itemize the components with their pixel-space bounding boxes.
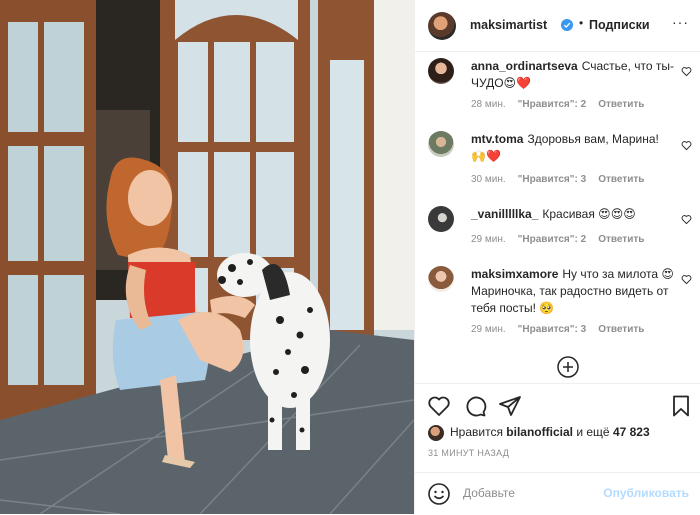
- likes-prefix: Нравится: [450, 425, 503, 440]
- comment-meta: 29 мин. "Нравится": 2 Ответить: [471, 234, 656, 245]
- comment-bubble-icon[interactable]: [463, 394, 487, 418]
- comment-username[interactable]: _vanilllllka_: [471, 207, 538, 221]
- likes-middle: и ещё: [576, 425, 610, 440]
- liker-username[interactable]: bilanofficial: [506, 425, 573, 439]
- comment-meta: 30 мин. "Нравится": 3 Ответить: [471, 174, 656, 185]
- comment-time: 29 мин.: [471, 234, 506, 245]
- like-comment-heart-icon[interactable]: [681, 66, 692, 77]
- likes-summary: Нравится bilanofficial и ещё 47 823: [428, 425, 650, 441]
- post-timestamp[interactable]: 31 МИНУТ НАЗАД: [428, 448, 509, 458]
- save-bookmark-icon[interactable]: [669, 394, 693, 418]
- comment-likes[interactable]: "Нравится": 3: [518, 324, 587, 335]
- comment-likes[interactable]: "Нравится": 2: [518, 99, 587, 110]
- comment-body: anna_ordinartseva Счастье, что ты- ЧУДО😍❤…: [471, 58, 676, 92]
- comment-body: _vanilllllka_ Красивая 😍😍😍: [471, 206, 676, 223]
- comment-avatar[interactable]: [428, 131, 454, 157]
- comment-avatar[interactable]: [428, 266, 454, 292]
- author-username[interactable]: maksimartist: [470, 18, 547, 32]
- liker-avatar[interactable]: [428, 425, 444, 441]
- post-photo-illustration: [0, 0, 414, 514]
- verified-badge-icon: [561, 19, 573, 31]
- more-options-icon[interactable]: ···: [672, 14, 689, 30]
- comment-time: 28 мин.: [471, 99, 506, 110]
- comment-username[interactable]: mtv.toma: [471, 132, 523, 146]
- add-comment-row: Добавьте Опубликовать: [415, 472, 700, 515]
- post-header: maksimartist • Подписки ···: [415, 0, 700, 52]
- share-direct-icon[interactable]: [498, 394, 522, 418]
- comment-time: 30 мин.: [471, 174, 506, 185]
- reply-button[interactable]: Ответить: [598, 324, 644, 335]
- comment-likes[interactable]: "Нравится": 3: [518, 174, 587, 185]
- comment-username[interactable]: maksimxamore: [471, 267, 558, 281]
- like-comment-heart-icon[interactable]: [681, 274, 692, 285]
- comment-body: mtv.toma Здоровья вам, Марина! 🙌❤️: [471, 131, 676, 165]
- instagram-post: maksimartist • Подписки ··· anna_ordinar…: [0, 0, 700, 514]
- add-comment-input[interactable]: Добавьте: [463, 486, 515, 500]
- comment-avatar[interactable]: [428, 206, 454, 232]
- comments-panel: maksimartist • Подписки ··· anna_ordinar…: [414, 0, 700, 514]
- comment-avatar[interactable]: [428, 58, 454, 84]
- comment-body: maksimxamore Ну что за милота 😍 Мариночка…: [471, 266, 676, 317]
- comment-meta: 29 мин. "Нравится": 3 Ответить: [471, 324, 656, 335]
- post-actions: Нравится bilanofficial и ещё 47 823 31 М…: [415, 383, 700, 514]
- comment-likes[interactable]: "Нравится": 2: [518, 234, 587, 245]
- post-photo[interactable]: [0, 0, 414, 514]
- following-button[interactable]: Подписки: [589, 18, 650, 32]
- like-heart-icon[interactable]: [427, 394, 451, 418]
- likes-count[interactable]: 47 823: [613, 425, 650, 439]
- emoji-smiley-icon[interactable]: [427, 482, 451, 506]
- reply-button[interactable]: Ответить: [598, 99, 644, 110]
- comment-username[interactable]: anna_ordinartseva: [471, 59, 578, 73]
- like-comment-heart-icon[interactable]: [681, 214, 692, 225]
- load-more-comments-plus-icon[interactable]: [557, 356, 579, 378]
- comment-text: Красивая 😍😍😍: [542, 207, 636, 221]
- comment-time: 29 мин.: [471, 324, 506, 335]
- author-avatar[interactable]: [428, 12, 456, 40]
- reply-button[interactable]: Ответить: [598, 174, 644, 185]
- like-comment-heart-icon[interactable]: [681, 140, 692, 151]
- reply-button[interactable]: Ответить: [598, 234, 644, 245]
- publish-button[interactable]: Опубликовать: [603, 486, 689, 500]
- comment-meta: 28 мин. "Нравится": 2 Ответить: [471, 99, 656, 110]
- header-separator: •: [579, 16, 584, 30]
